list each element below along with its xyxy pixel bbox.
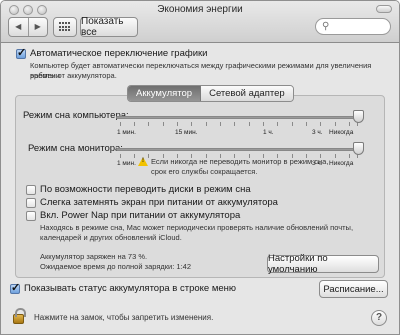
restore-defaults-button[interactable]: Настройки по умолчанию [267, 253, 379, 275]
computer-sleep-scale-never: Никогда [329, 129, 354, 136]
dim-screen-label: Слегка затемнять экран при питании от ак… [40, 197, 278, 208]
computer-sleep-slider-track[interactable] [116, 116, 360, 119]
grid-view-button[interactable] [53, 17, 77, 37]
computer-sleep-slider-knob[interactable] [353, 110, 364, 123]
show-all-button[interactable]: Показать все [80, 16, 138, 38]
menu-status-checkbox[interactable] [10, 281, 20, 294]
graphics-switch-description-line-2: работы от аккумулятора. [30, 71, 117, 80]
window-title: Экономия энергии [157, 4, 243, 15]
power-source-tabs: Аккумулятор Сетевой адаптер [127, 85, 294, 102]
computer-sleep-label: Режим сна компьютера: [23, 110, 129, 121]
disk-sleep-label: По возможности переводить диски в режим … [40, 184, 251, 195]
back-forward-control: ◀ ▶ [8, 17, 48, 37]
search-field[interactable]: ⚲ [315, 18, 391, 35]
warning-icon [138, 157, 148, 166]
toolbar-toggle-button[interactable] [376, 5, 392, 13]
display-sleep-scale-3h: 3 ч. [312, 160, 323, 167]
display-sleep-slider-track[interactable] [116, 148, 360, 151]
dim-screen-checkbox[interactable] [26, 198, 36, 208]
computer-sleep-scale-15min: 15 мин. [175, 129, 198, 136]
menu-status-label: Показывать статус аккумулятора в строке … [24, 283, 237, 294]
lock-icon[interactable] [13, 308, 26, 324]
display-sleep-scale-never: Никогда [329, 160, 354, 167]
schedule-button[interactable]: Расписание... [319, 280, 388, 298]
computer-sleep-scale-3h: 3 ч. [312, 129, 323, 136]
battery-time-text: Ожидаемое время до полной зарядки: 1:42 [40, 262, 191, 271]
computer-sleep-ticks [116, 122, 360, 127]
display-sleep-scale-1min: 1 мин. [117, 160, 136, 167]
grid-icon [59, 22, 71, 32]
tab-battery[interactable]: Аккумулятор [128, 86, 202, 101]
power-nap-checkbox[interactable] [26, 211, 36, 221]
back-arrow-icon[interactable]: ◀ [9, 18, 29, 36]
power-nap-description-line-2: календарей и других обновлений iCloud. [40, 233, 182, 242]
computer-sleep-scale-1h: 1 ч. [263, 129, 274, 136]
help-button[interactable]: ? [371, 310, 387, 326]
display-sleep-warning-line-2: срок его службы сокращается. [151, 167, 258, 176]
lock-hint-text: Нажмите на замок, чтобы запретить измене… [34, 313, 214, 322]
computer-sleep-scale-1min: 1 мин. [117, 129, 136, 136]
tab-power-adapter[interactable]: Сетевой адаптер [201, 86, 293, 101]
forward-arrow-icon[interactable]: ▶ [29, 18, 48, 36]
disk-sleep-checkbox[interactable] [26, 185, 36, 195]
display-sleep-label: Режим сна монитора: [28, 143, 123, 154]
preferences-window: Экономия энергии ◀ ▶ Показать все ⚲ Авто… [0, 0, 400, 335]
display-sleep-slider-knob[interactable] [353, 142, 364, 155]
display-sleep-warning-line-1: Если никогда не переводить монитор в реж… [151, 157, 329, 166]
title-bar: Экономия энергии ◀ ▶ Показать все ⚲ [1, 1, 399, 43]
power-nap-description-line-1: Находясь в режиме сна, Mac может периоди… [40, 223, 354, 232]
graphics-switch-checkbox[interactable] [16, 46, 26, 59]
power-nap-label: Вкл. Power Nap при питании от аккумулято… [40, 210, 241, 221]
search-icon: ⚲ [322, 21, 330, 32]
graphics-switch-label: Автоматическое переключение графики [30, 48, 208, 59]
battery-charge-text: Аккумулятор заряжен на 73 %. [40, 252, 148, 261]
